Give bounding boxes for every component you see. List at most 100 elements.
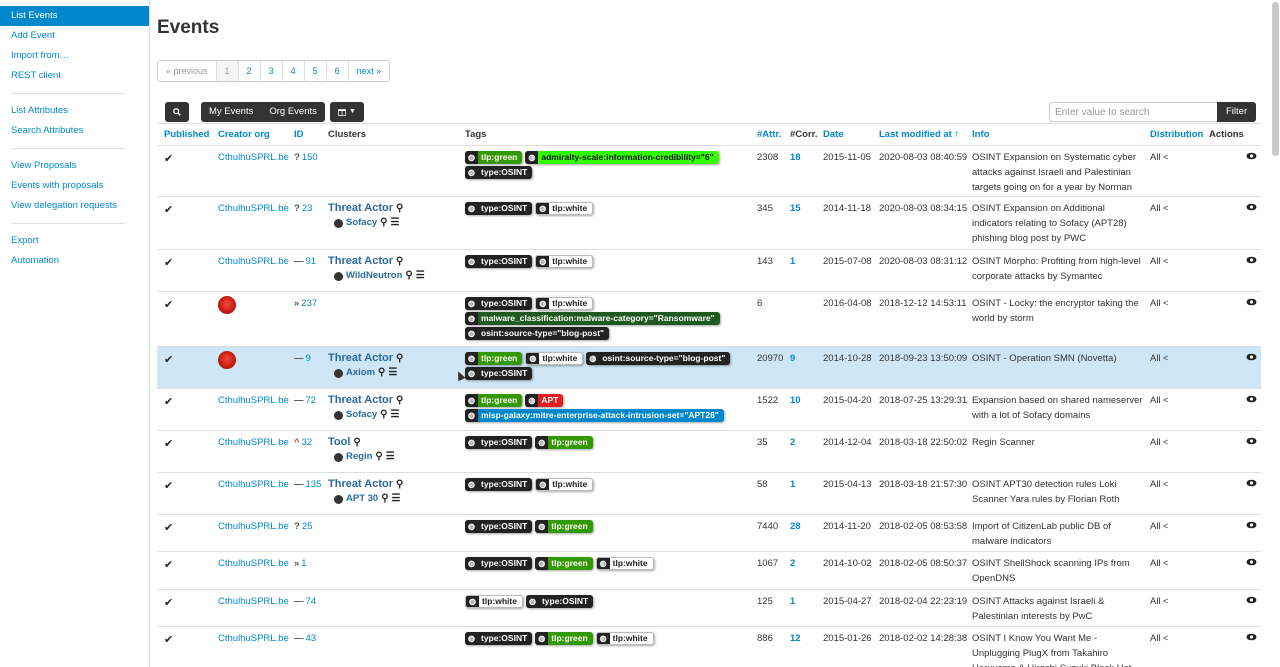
tag[interactable]: ◍ type:OSINT — [465, 436, 533, 449]
cluster-value[interactable]: Axiom ⚲ ☰ — [334, 367, 403, 379]
col-date[interactable]: Date — [823, 129, 844, 140]
view-event-eye-icon[interactable] — [1246, 437, 1257, 448]
correlation-count[interactable]: 1 — [790, 596, 795, 607]
search-icon[interactable]: ⚲ — [353, 436, 360, 449]
tag[interactable]: ◍ osint:source-type="blog-post" — [586, 352, 731, 365]
tag[interactable]: ◍ type:OSINT — [465, 255, 533, 268]
event-id-link[interactable]: —43 — [294, 633, 316, 644]
sidebar-item-events-with-proposals[interactable]: Events with proposals — [0, 176, 149, 196]
pagination-page[interactable]: 2 — [239, 61, 261, 81]
cluster-type[interactable]: Tool ⚲ — [328, 436, 395, 449]
list-icon[interactable]: ☰ — [386, 451, 395, 463]
event-id-link[interactable]: —72 — [294, 395, 316, 406]
cluster-value[interactable]: Regin ⚲ ☰ — [334, 451, 395, 463]
sidebar-item-export[interactable]: Export — [0, 231, 149, 251]
search-input[interactable] — [1049, 102, 1217, 122]
search-icon[interactable]: ⚲ — [378, 367, 385, 379]
tag[interactable]: ◍ type:OSINT — [465, 202, 533, 215]
correlation-count[interactable]: 28 — [790, 521, 801, 532]
tag[interactable]: ◍ type:OSINT — [465, 632, 533, 645]
search-icon[interactable]: ⚲ — [396, 352, 403, 365]
sidebar-item-view-proposals[interactable]: View Proposals — [0, 156, 149, 176]
view-event-eye-icon[interactable] — [1246, 256, 1257, 267]
correlation-count[interactable]: 1 — [790, 479, 795, 490]
cluster-type[interactable]: Threat Actor ⚲ — [328, 394, 403, 407]
tag[interactable]: ◍ tlp:white — [535, 478, 594, 491]
correlation-count[interactable]: 10 — [790, 395, 801, 406]
page-scrollbar[interactable] — [1272, 2, 1279, 156]
tag[interactable]: ◍ tlp:white — [525, 352, 584, 365]
event-id-link[interactable]: —9 — [294, 353, 311, 364]
cluster-value[interactable]: Sofacy ⚲ ☰ — [334, 409, 403, 421]
pagination-page[interactable]: 6 — [327, 61, 349, 81]
creator-org-link[interactable]: CthulhuSPRL.be — [218, 521, 289, 532]
list-icon[interactable]: ☰ — [390, 409, 399, 421]
tag[interactable]: ◍ type:OSINT — [465, 557, 533, 570]
creator-org-link[interactable]: CthulhuSPRL.be — [218, 152, 289, 163]
search-icon[interactable]: ⚲ — [380, 217, 387, 229]
pagination-previous[interactable]: « previous — [158, 61, 217, 81]
sidebar-item-search-attributes[interactable]: Search Attributes — [0, 121, 149, 141]
list-icon[interactable]: ☰ — [416, 270, 425, 282]
pagination-next[interactable]: next » — [349, 61, 390, 81]
correlation-count[interactable]: 1 — [790, 256, 795, 267]
col-creator-org[interactable]: Creator org — [218, 129, 270, 140]
tag[interactable]: ◍ type:OSINT — [465, 367, 533, 380]
tag[interactable]: ◍ type:OSINT — [525, 595, 594, 608]
creator-org-link[interactable]: CthulhuSPRL.be — [218, 395, 289, 406]
tag[interactable]: ◍ tlp:white — [465, 595, 523, 608]
creator-org-logo[interactable] — [218, 296, 236, 319]
tag[interactable]: ◍ tlp:green — [535, 557, 593, 570]
tag[interactable]: ◍ tlp:white — [595, 632, 654, 645]
correlation-count[interactable]: 12 — [790, 633, 801, 644]
cluster-type[interactable]: Threat Actor ⚲ — [328, 255, 425, 268]
view-event-eye-icon[interactable] — [1246, 479, 1257, 490]
pagination-page[interactable]: 1 — [216, 61, 239, 81]
event-id-link[interactable]: » 237 — [294, 298, 317, 309]
cluster-value[interactable]: WildNeutron ⚲ ☰ — [334, 270, 425, 282]
search-icon[interactable]: ⚲ — [396, 478, 403, 491]
col-last-modified[interactable]: Last modified at ↑ — [879, 129, 959, 140]
cluster-type[interactable]: Threat Actor ⚲ — [328, 202, 403, 215]
tag[interactable]: ◍ tlp:white — [535, 202, 594, 215]
correlation-count[interactable]: 2 — [790, 437, 795, 448]
creator-org-link[interactable]: CthulhuSPRL.be — [218, 203, 289, 214]
correlation-count[interactable]: 9 — [790, 353, 795, 364]
sidebar-item-import-from[interactable]: Import from… — [0, 46, 149, 66]
view-event-eye-icon[interactable] — [1246, 395, 1257, 406]
event-id-link[interactable]: —91 — [294, 256, 316, 267]
col-id[interactable]: ID — [294, 129, 304, 140]
tag[interactable]: ◍ type:OSINT — [465, 478, 533, 491]
creator-org-link[interactable]: CthulhuSPRL.be — [218, 558, 289, 569]
event-id-link[interactable]: » 1 — [294, 558, 307, 569]
view-event-eye-icon[interactable] — [1246, 203, 1257, 214]
tag[interactable]: ◍ tlp:green — [465, 352, 523, 365]
view-event-eye-icon[interactable] — [1246, 152, 1257, 163]
pagination-page[interactable]: 5 — [305, 61, 327, 81]
filter-button[interactable]: Filter — [1217, 102, 1257, 122]
view-event-eye-icon[interactable] — [1246, 353, 1257, 364]
tag[interactable]: ◍ APT — [525, 394, 564, 407]
cluster-type[interactable]: Threat Actor ⚲ — [328, 352, 403, 365]
event-id-link[interactable]: ? 150 — [294, 152, 318, 163]
my-events-button[interactable]: My Events — [201, 102, 262, 122]
tag[interactable]: ◍ tlp:white — [595, 557, 654, 570]
tag[interactable]: ◍ type:OSINT — [465, 297, 533, 310]
view-event-eye-icon[interactable] — [1246, 633, 1257, 644]
sidebar-item-list-events[interactable]: List Events — [0, 6, 149, 26]
tag[interactable]: ◍ tlp:white — [535, 255, 594, 268]
sidebar-item-add-event[interactable]: Add Event — [0, 26, 149, 46]
sidebar-item-list-attributes[interactable]: List Attributes — [0, 101, 149, 121]
correlation-count[interactable]: 18 — [790, 152, 801, 163]
cluster-value[interactable]: APT 30 ⚲ ☰ — [334, 493, 403, 505]
columns-menu-button[interactable]: ▼ — [329, 102, 364, 122]
tag[interactable]: ◍ tlp:white — [535, 297, 594, 310]
list-icon[interactable]: ☰ — [392, 493, 401, 505]
sidebar-item-rest-client[interactable]: REST client — [0, 66, 149, 86]
search-button[interactable] — [165, 102, 189, 122]
tag[interactable]: ◍ malware_classification:malware-category… — [465, 312, 720, 325]
event-id-link[interactable]: —74 — [294, 596, 316, 607]
tag[interactable]: ◍ misp-galaxy:mitre-enterprise-attack-int… — [465, 409, 724, 422]
col-info[interactable]: Info — [972, 129, 989, 140]
search-icon[interactable]: ⚲ — [380, 409, 387, 421]
